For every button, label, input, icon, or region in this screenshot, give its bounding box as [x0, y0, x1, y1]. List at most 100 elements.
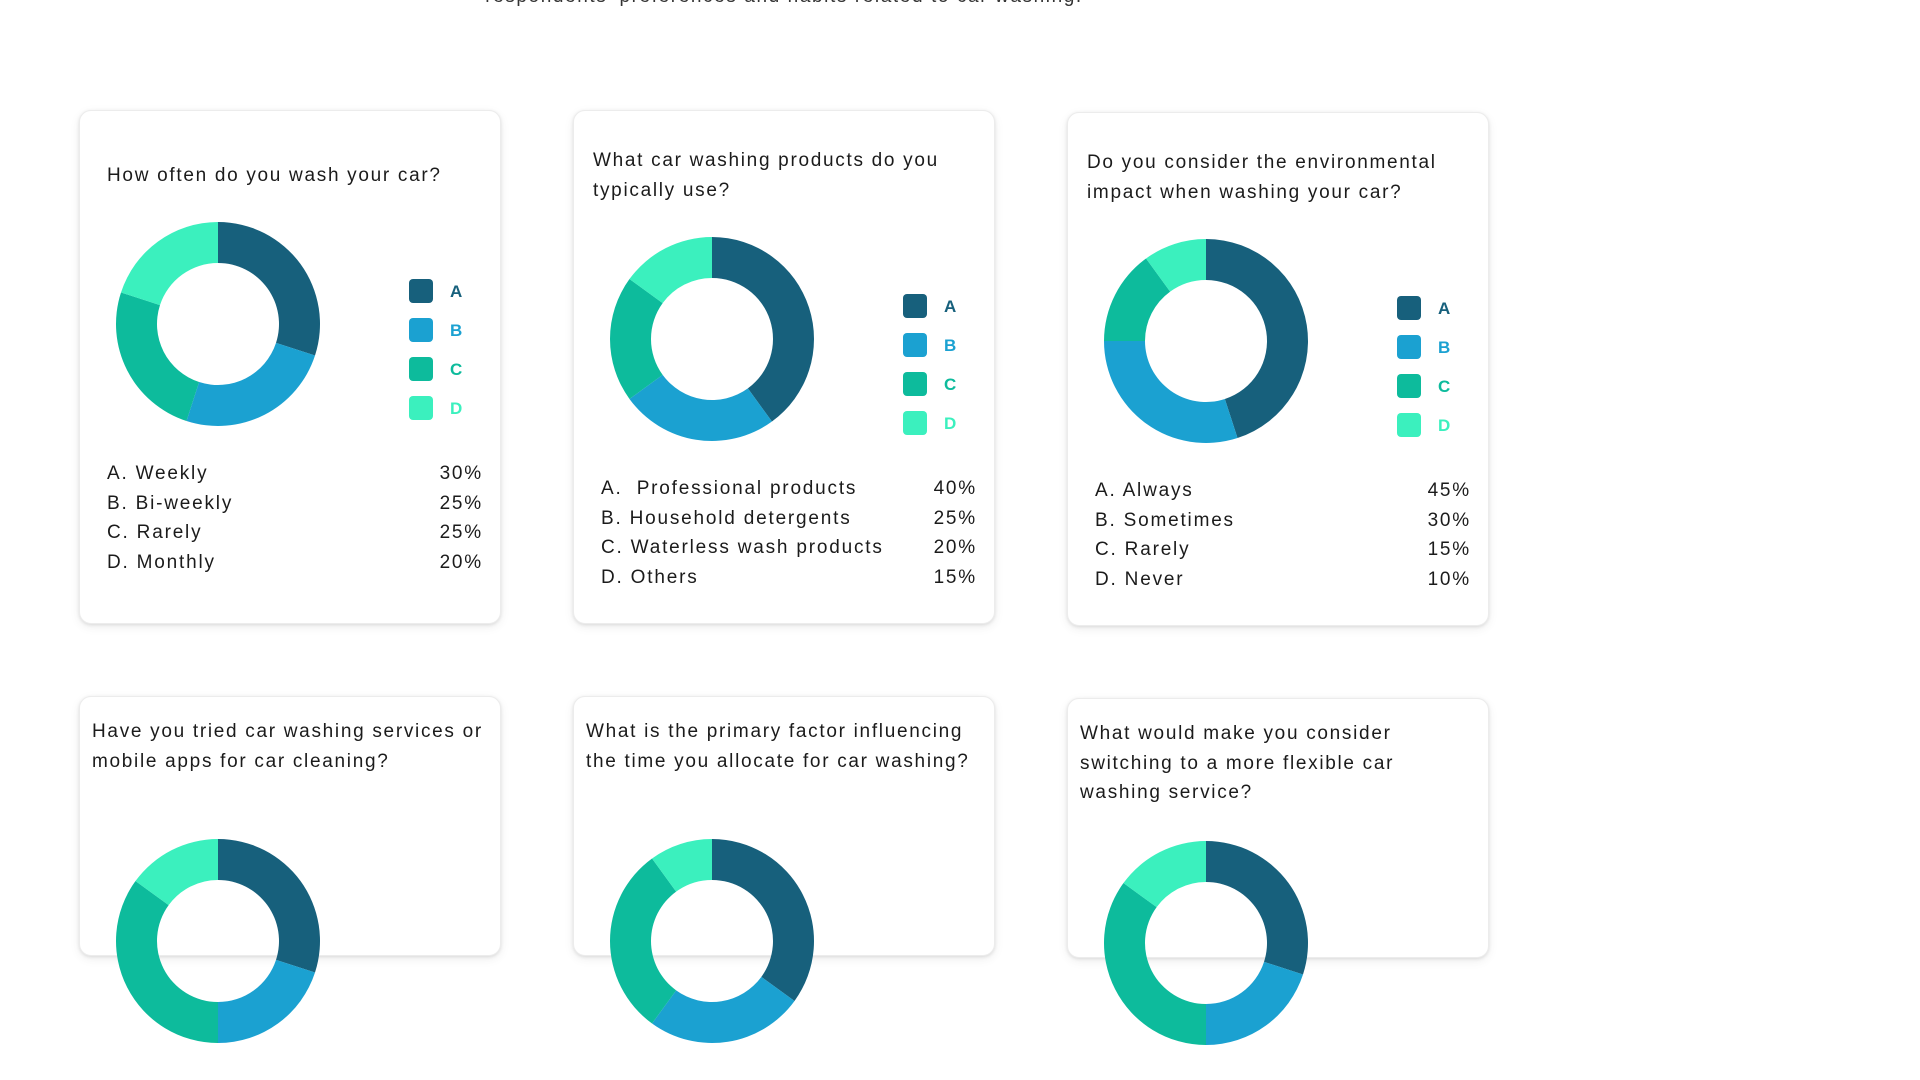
answer-text: A. Always: [1095, 480, 1194, 501]
donut-chart: [610, 237, 814, 442]
answer-row: D. Monthly 20%: [107, 548, 483, 578]
donut-slice-b: [652, 976, 795, 1043]
survey-card-flexible-service: What would make you consider switching t…: [1067, 698, 1489, 1045]
answer-row: C. Waterless wash products 20%: [601, 533, 977, 563]
answer-percent: 15%: [933, 566, 977, 588]
donut-slice-a: [712, 237, 814, 422]
answer-list: A. Weekly 30% B. Bi-weekly 25% C. Rarely 25% D…: [107, 459, 483, 579]
answer-row: B. Household detergents 25%: [601, 504, 977, 534]
answer-text: C. Waterless wash products: [601, 537, 884, 558]
answer-percent: 10%: [1427, 568, 1471, 590]
survey-card-time-factor: What is the primary factor influencing t…: [573, 696, 995, 1043]
donut-chart: [1104, 239, 1308, 443]
answer-list: A. Professional products 40% B. Household …: [601, 474, 977, 594]
answer-list: A. Always 45% B. Sometimes 30% C. Rarely 15% D…: [1095, 476, 1471, 596]
legend-label: B: [1438, 338, 1451, 357]
legend-item-c: C: [409, 357, 479, 381]
answer-percent: 40%: [933, 478, 977, 499]
legend-label: C: [450, 360, 463, 379]
donut-chart: [115, 222, 320, 426]
legend-item-b: B: [903, 333, 973, 357]
answer-row: A. Always 45%: [1095, 476, 1471, 506]
legend-label: A: [1438, 299, 1451, 318]
answer-percent: 30%: [1427, 509, 1471, 531]
legend-label: B: [450, 321, 463, 340]
legend-swatch: [903, 333, 927, 357]
donut-slice-c: [1104, 883, 1206, 1045]
legend-swatch: [903, 372, 927, 396]
donut-slice-b: [1104, 341, 1238, 443]
answer-row: D. Never 10%: [1095, 565, 1471, 595]
legend-swatch: [903, 411, 927, 435]
legend-swatch: [409, 318, 433, 342]
survey-card-environment: Do you consider the environmental impact…: [1067, 112, 1489, 626]
legend-swatch: [1397, 296, 1421, 320]
legend-item-b: B: [409, 318, 479, 342]
donut-chart: [610, 839, 814, 1043]
answer-text: A. Weekly: [107, 463, 209, 484]
legend-item-a: A: [1397, 296, 1467, 320]
legend-item-c: C: [1397, 374, 1467, 398]
donut-slice-c: [610, 858, 677, 1024]
legend-item-d: D: [409, 396, 479, 420]
legend-swatch: [1397, 413, 1421, 437]
legend-item-a: A: [409, 279, 479, 303]
donut-chart: [115, 839, 320, 1043]
donut-slice-d: [120, 222, 218, 306]
intro-text: respondents' preferences and habits rela…: [0, 0, 1568, 8]
survey-card-services-apps: Have you tried car washing services or m…: [79, 696, 501, 1043]
card-question: Have you tried car washing services or m…: [92, 721, 483, 772]
legend-label: C: [1438, 377, 1451, 396]
legend-swatch: [1397, 374, 1421, 398]
donut-slice-b: [1206, 961, 1304, 1045]
answer-text: D. Others: [601, 566, 699, 588]
legend-item-c: C: [903, 372, 973, 396]
answer-percent: 25%: [933, 507, 977, 529]
legend-swatch: [1397, 335, 1421, 359]
donut-slice-a: [218, 222, 320, 356]
answer-text: A. Professional products: [601, 478, 858, 499]
card-question: How often do you wash your car?: [107, 165, 442, 186]
donut-slice-b: [629, 374, 772, 442]
answer-row: C. Rarely 15%: [1095, 535, 1471, 565]
legend-swatch: [903, 294, 927, 318]
answer-row: B. Sometimes 30%: [1095, 506, 1471, 536]
card-question: Do you consider the environmental impact…: [1087, 152, 1437, 203]
survey-card-wash-frequency: How often do you wash your car? A B C D A. …: [79, 110, 501, 624]
answer-row: D. Others 15%: [601, 563, 977, 593]
answer-percent: 20%: [439, 551, 483, 573]
legend-label: C: [944, 375, 957, 394]
legend-swatch: [409, 279, 433, 303]
legend-label: A: [944, 297, 957, 316]
answer-percent: 25%: [439, 522, 483, 543]
answer-text: C. Rarely: [1095, 539, 1191, 560]
card-question: What is the primary factor influencing t…: [586, 721, 970, 772]
answer-row: B. Bi-weekly 25%: [107, 489, 483, 519]
answer-percent: 45%: [1427, 480, 1471, 501]
answer-row: A. Professional products 40%: [601, 474, 977, 504]
donut-slice-a: [218, 839, 320, 973]
legend-swatch: [409, 357, 433, 381]
legend-item-d: D: [903, 411, 973, 435]
answer-text: C. Rarely: [107, 522, 203, 543]
answer-text: D. Never: [1095, 568, 1185, 590]
donut-slice-c: [115, 292, 200, 422]
answer-row: C. Rarely 25%: [107, 518, 483, 548]
legend-label: B: [944, 336, 957, 355]
legend-label: D: [1438, 416, 1451, 435]
legend-item-d: D: [1397, 413, 1467, 437]
legend-item-b: B: [1397, 335, 1467, 359]
legend-label: D: [450, 399, 463, 418]
card-question: What car washing products do you typical…: [593, 150, 939, 201]
answer-percent: 30%: [439, 463, 483, 484]
donut-slice-b: [186, 342, 316, 426]
answer-row: A. Weekly 30%: [107, 459, 483, 489]
answer-percent: 25%: [439, 492, 483, 514]
donut-chart: [1104, 841, 1308, 1045]
legend-label: D: [944, 414, 957, 433]
answer-percent: 15%: [1427, 539, 1471, 560]
answer-text: D. Monthly: [107, 551, 216, 573]
donut-slice-b: [218, 959, 316, 1043]
answer-text: B. Sometimes: [1095, 509, 1235, 531]
legend-item-a: A: [903, 294, 973, 318]
